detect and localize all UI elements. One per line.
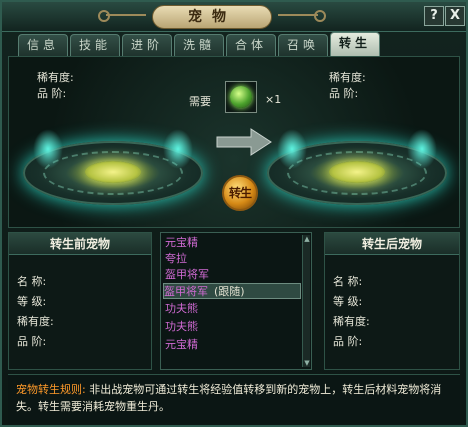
rules-title: 宠物转生规则: [16, 383, 86, 396]
tab-info[interactable]: 信息 [18, 34, 68, 56]
rebirth-stage: 稀有度: 品 阶: 稀有度: 品 阶: 需要 ×1 转生 [8, 56, 460, 228]
tab-summon[interactable]: 召唤 [278, 34, 328, 56]
right-rarity-label: 稀有度: [329, 71, 366, 84]
list-scrollbar[interactable]: ▲ ▼ [302, 235, 310, 367]
tab-rebirth[interactable]: 转生 [330, 32, 380, 56]
after-pet-panel: 转生后宠物 名 称: 等 级: 稀有度: 品 阶: [324, 232, 460, 370]
after-name-label: 名 称: [333, 275, 363, 288]
before-name-label: 名 称: [17, 275, 47, 288]
after-rank-label: 品 阶: [333, 335, 363, 348]
after-rarity-label: 稀有度: [333, 315, 370, 328]
requirement-label: 需要 [189, 95, 211, 108]
rebirth-button[interactable]: 转生 [222, 175, 258, 211]
tab-refine[interactable]: 洗髓 [174, 34, 224, 56]
rebirth-pill-icon [230, 86, 252, 108]
before-rank-label: 品 阶: [17, 335, 47, 348]
close-button[interactable]: X [445, 6, 465, 26]
list-item-selected[interactable]: 盔甲将军 (跟随) [163, 283, 301, 299]
scroll-up-icon[interactable]: ▲ [303, 235, 311, 243]
list-item[interactable]: 功夫熊 [165, 301, 198, 317]
rebirth-rules: 宠物转生规则: 非出战宠物可通过转生将经验值转移到新的宠物上，转生后材料宠物将消… [8, 374, 460, 424]
after-pet-platform [267, 123, 447, 209]
right-rank-label: 品 阶: [329, 87, 359, 100]
requirement-count: ×1 [265, 93, 282, 106]
pet-window: 宠物 ? X 信息 技能 进阶 洗髓 合体 召唤 转生 稀有度: 品 阶: 稀有… [0, 0, 468, 427]
transfer-arrow-icon [216, 128, 272, 156]
list-item[interactable]: 功夫熊 [165, 319, 198, 335]
before-pet-panel: 转生前宠物 名 称: 等 级: 稀有度: 品 阶: [8, 232, 152, 370]
tab-bar: 信息 技能 进阶 洗髓 合体 召唤 转生 [18, 32, 380, 56]
tab-advance[interactable]: 进阶 [122, 34, 172, 56]
tab-skills[interactable]: 技能 [70, 34, 120, 56]
left-rank-label: 品 阶: [37, 87, 67, 100]
window-title: 宠物 [152, 5, 272, 29]
before-pet-title: 转生前宠物 [9, 233, 151, 255]
title-ornament-right [278, 10, 326, 22]
rebirth-pill-slot[interactable] [225, 81, 257, 113]
left-rarity-label: 稀有度: [37, 71, 74, 84]
pet-list[interactable]: 元宝精 夸拉 盔甲将军 盔甲将军 (跟随) 功夫熊 功夫熊 元宝精 ▲ ▼ [160, 232, 312, 370]
title-bar: 宠物 ? X [2, 2, 466, 32]
tab-merge[interactable]: 合体 [226, 34, 276, 56]
title-ornament-left [98, 10, 146, 22]
list-item[interactable]: 元宝精 [165, 235, 198, 251]
before-rarity-label: 稀有度: [17, 315, 54, 328]
list-item[interactable]: 夸拉 [165, 251, 187, 267]
after-pet-title: 转生后宠物 [325, 233, 459, 255]
before-level-label: 等 级: [17, 295, 47, 308]
list-item[interactable]: 元宝精 [165, 337, 198, 353]
help-button[interactable]: ? [424, 6, 444, 26]
scroll-down-icon[interactable]: ▼ [303, 359, 311, 367]
after-level-label: 等 级: [333, 295, 363, 308]
before-pet-platform [23, 123, 203, 209]
list-item[interactable]: 盔甲将军 [165, 267, 209, 283]
